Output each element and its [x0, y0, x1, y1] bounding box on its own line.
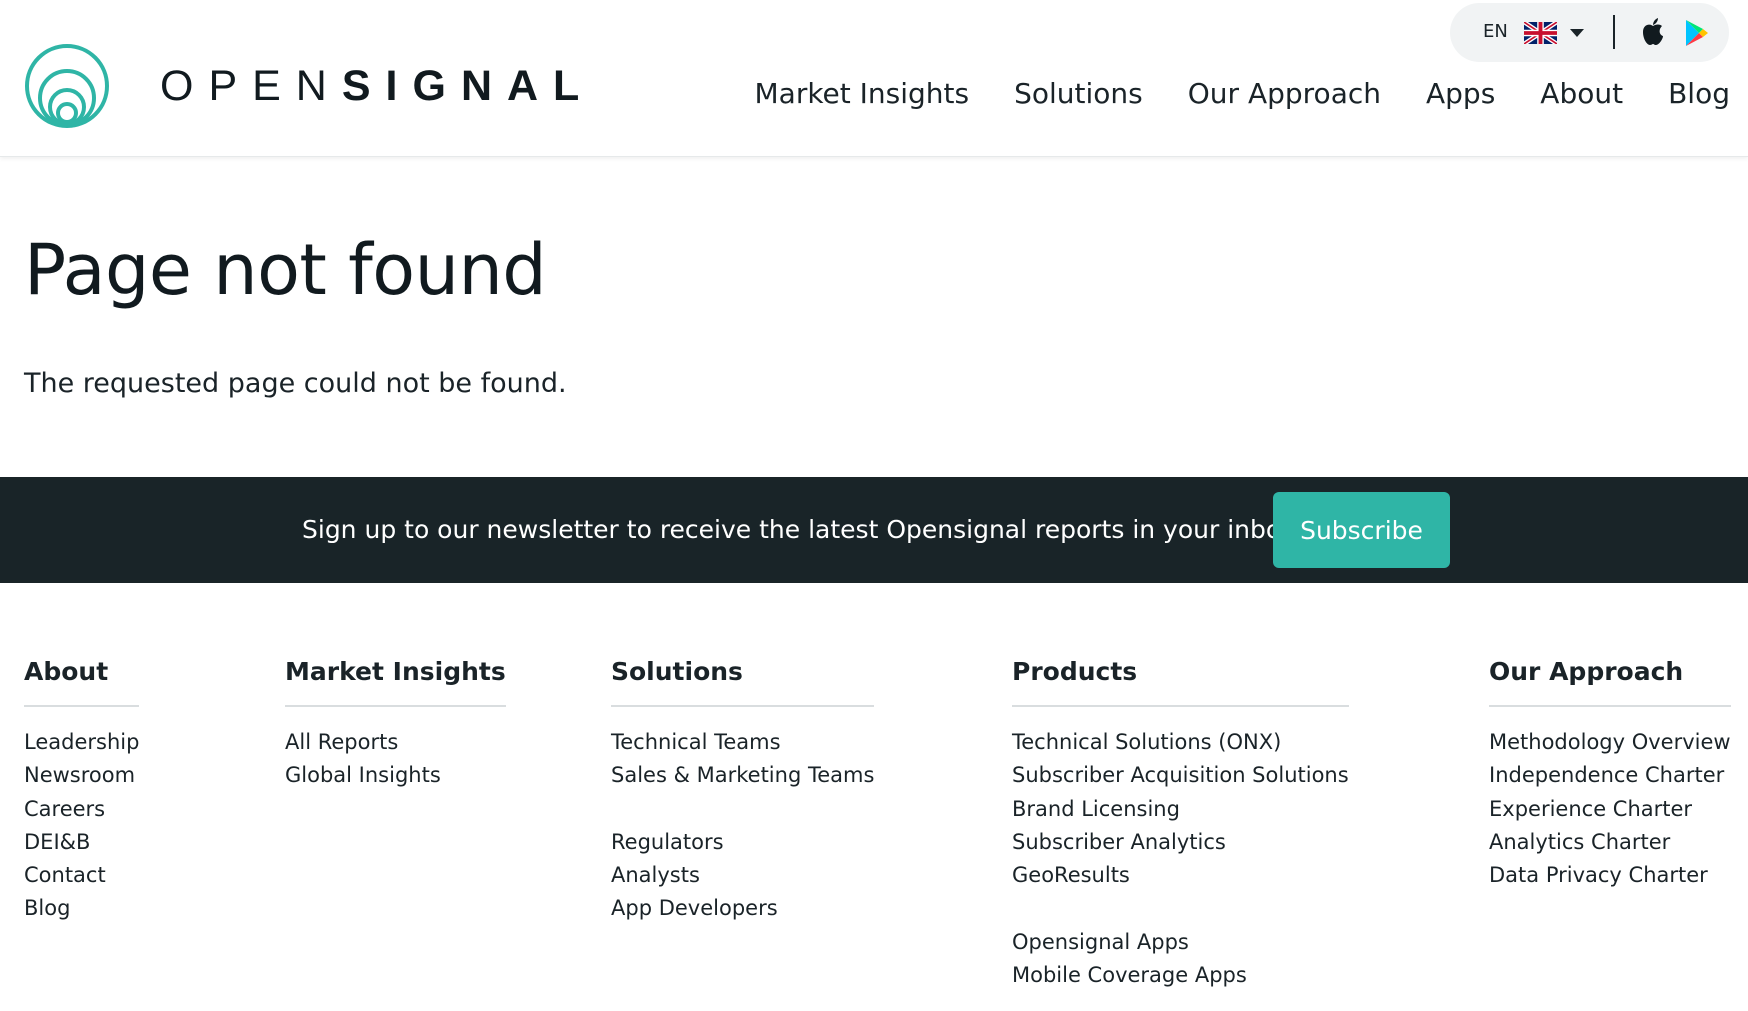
footer-link-contact[interactable]: Contact: [24, 859, 139, 892]
footer-column-market-insights: Market Insights All Reports Global Insig…: [285, 654, 506, 793]
footer-link-analysts[interactable]: Analysts: [611, 859, 874, 892]
footer-link-careers[interactable]: Careers: [24, 793, 139, 826]
footer-link-experience-charter[interactable]: Experience Charter: [1489, 793, 1731, 826]
footer-column-solutions: Solutions Technical Teams Sales & Market…: [611, 654, 875, 926]
footer-link-app-developers[interactable]: App Developers: [611, 892, 874, 925]
footer-heading-products[interactable]: Products: [1012, 654, 1349, 707]
nav-market-insights[interactable]: Market Insights: [755, 75, 970, 113]
page-title: Page not found: [24, 229, 547, 311]
footer-link-subscriber-analytics[interactable]: Subscriber Analytics: [1012, 826, 1349, 859]
logo-wordmark-bold: SIGNAL: [341, 61, 595, 110]
newsletter-text: Sign up to our newsletter to receive the…: [302, 515, 1296, 544]
footer-links-our-approach: Methodology Overview Independence Charte…: [1489, 726, 1731, 892]
footer-link-technical-solutions[interactable]: Technical Solutions (ONX): [1012, 726, 1349, 759]
opensignal-logo-icon: [25, 44, 109, 128]
footer-links-about: Leadership Newsroom Careers DEI&B Contac…: [24, 726, 139, 926]
footer-heading-market-insights[interactable]: Market Insights: [285, 654, 506, 707]
apple-icon[interactable]: [1640, 17, 1666, 47]
subscribe-button[interactable]: Subscribe: [1273, 492, 1450, 568]
footer-link-deib[interactable]: DEI&B: [24, 826, 139, 859]
footer-column-our-approach: Our Approach Methodology Overview Indepe…: [1489, 654, 1731, 892]
footer-links-products: Technical Solutions (ONX) Subscriber Acq…: [1012, 726, 1349, 992]
footer-links-solutions: Technical Teams Sales & Marketing Teams …: [611, 726, 874, 926]
footer-links-market-insights: All Reports Global Insights: [285, 726, 506, 793]
not-found-message: The requested page could not be found.: [24, 368, 567, 399]
footer-link-independence-charter[interactable]: Independence Charter: [1489, 759, 1731, 792]
google-play-icon[interactable]: [1685, 19, 1709, 47]
footer-link-mobile-coverage-apps[interactable]: Mobile Coverage Apps: [1012, 959, 1349, 992]
footer-column-about: About Leadership Newsroom Careers DEI&B …: [24, 654, 140, 926]
logo-wordmark-light: OPEN: [160, 61, 342, 110]
utility-divider: [1613, 15, 1615, 49]
footer-link-georesults[interactable]: GeoResults: [1012, 859, 1349, 892]
nav-our-approach[interactable]: Our Approach: [1188, 75, 1381, 113]
logo-wordmark: OPENSIGNAL: [160, 61, 595, 110]
site-header: OPENSIGNAL EN Market Insights Solutions …: [0, 0, 1748, 157]
opensignal-logo[interactable]: OPENSIGNAL: [24, 43, 594, 129]
footer-heading-about[interactable]: About: [24, 654, 140, 707]
newsletter-banner: Sign up to our newsletter to receive the…: [0, 477, 1748, 583]
footer-link-blog[interactable]: Blog: [24, 892, 139, 925]
nav-about[interactable]: About: [1540, 75, 1623, 113]
footer-heading-solutions[interactable]: Solutions: [611, 654, 875, 707]
footer-link-newsroom[interactable]: Newsroom: [24, 759, 139, 792]
language-code[interactable]: EN: [1483, 21, 1508, 42]
footer-link-methodology-overview[interactable]: Methodology Overview: [1489, 726, 1731, 759]
nav-apps[interactable]: Apps: [1426, 75, 1495, 113]
footer-link-subscriber-acquisition[interactable]: Subscriber Acquisition Solutions: [1012, 759, 1349, 792]
footer-link-data-privacy-charter[interactable]: Data Privacy Charter: [1489, 859, 1731, 892]
nav-solutions[interactable]: Solutions: [1014, 75, 1143, 113]
footer-link-global-insights[interactable]: Global Insights: [285, 759, 506, 792]
language-dropdown-caret-icon[interactable]: [1570, 29, 1584, 37]
footer-heading-our-approach[interactable]: Our Approach: [1489, 654, 1731, 707]
footer-link-leadership[interactable]: Leadership: [24, 726, 139, 759]
nav-blog[interactable]: Blog: [1668, 75, 1730, 113]
utility-bar: EN: [1450, 3, 1729, 62]
footer-link-analytics-charter[interactable]: Analytics Charter: [1489, 826, 1731, 859]
footer-link-opensignal-apps[interactable]: Opensignal Apps: [1012, 926, 1349, 959]
footer-link-all-reports[interactable]: All Reports: [285, 726, 506, 759]
main-nav: Market Insights Solutions Our Approach A…: [755, 75, 1731, 113]
footer-link-sales-marketing-teams[interactable]: Sales & Marketing Teams: [611, 759, 874, 792]
uk-flag-icon[interactable]: [1524, 22, 1557, 44]
footer-link-regulators[interactable]: Regulators: [611, 826, 874, 859]
footer-link-technical-teams[interactable]: Technical Teams: [611, 726, 874, 759]
footer-column-products: Products Technical Solutions (ONX) Subsc…: [1012, 654, 1349, 992]
footer-link-brand-licensing[interactable]: Brand Licensing: [1012, 793, 1349, 826]
